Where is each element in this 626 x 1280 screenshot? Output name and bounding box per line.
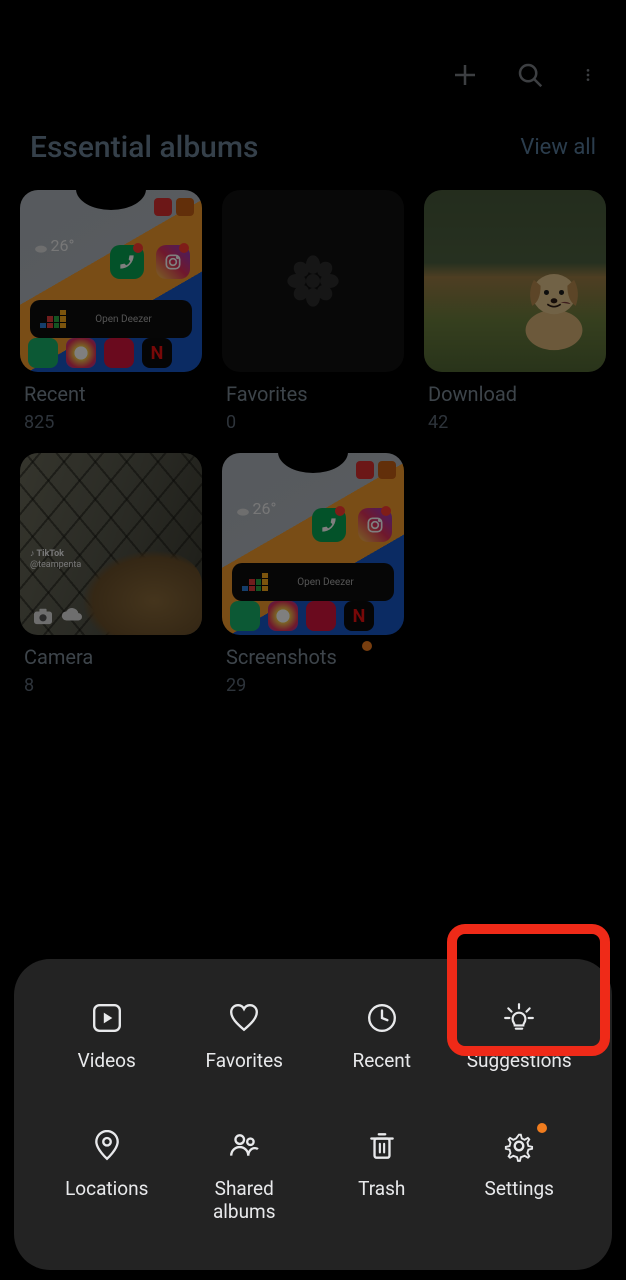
search-icon[interactable] xyxy=(515,60,545,90)
sheet-item-heart[interactable]: Favorites xyxy=(176,1001,314,1073)
sheet-item-label: Recent xyxy=(352,1049,411,1073)
album-name: Recent xyxy=(24,382,202,406)
pin-icon xyxy=(91,1129,123,1163)
album-count: 42 xyxy=(428,412,606,433)
sheet-item-gear[interactable]: Settings xyxy=(451,1129,589,1225)
album-screenshots[interactable]: 26° Open Deezer N Screenshots 29 xyxy=(222,453,404,696)
sheet-item-label: Videos xyxy=(78,1049,136,1073)
album-thumbnail[interactable]: 26° Open Deezer N xyxy=(222,453,404,635)
sheet-item-label: Suggestions xyxy=(467,1049,572,1073)
trash-icon xyxy=(366,1129,398,1163)
sheet-item-label: Locations xyxy=(65,1177,148,1201)
album-recent[interactable]: 26° Open Deezer N Recent 825 xyxy=(20,190,202,433)
new-indicator-dot xyxy=(362,641,372,651)
sheet-item-trash[interactable]: Trash xyxy=(313,1129,451,1225)
clock-icon xyxy=(366,1001,398,1035)
sheet-item-label: Sharedalbums xyxy=(213,1177,276,1225)
more-icon[interactable] xyxy=(580,60,596,90)
header-toolbar xyxy=(0,0,626,120)
sheet-item-bulb[interactable]: Suggestions xyxy=(451,1001,589,1073)
albums-grid: 26° Open Deezer N Recent 825 Fa xyxy=(0,190,626,696)
bulb-icon xyxy=(503,1001,535,1035)
album-name: Camera xyxy=(24,645,202,669)
sheet-item-pin[interactable]: Locations xyxy=(38,1129,176,1225)
sheet-grid: Videos Favorites Recent Suggestions Loca… xyxy=(38,1001,588,1224)
album-download[interactable]: Download 42 xyxy=(424,190,606,433)
album-thumbnail[interactable]: ♪ TikTok@teampenta xyxy=(20,453,202,635)
album-favorites[interactable]: Favorites 0 xyxy=(222,190,404,433)
video-icon xyxy=(91,1001,123,1035)
album-thumbnail[interactable] xyxy=(222,190,404,372)
sheet-item-clock[interactable]: Recent xyxy=(313,1001,451,1073)
view-all-link[interactable]: View all xyxy=(520,135,596,160)
album-name: Download xyxy=(428,382,606,406)
album-count: 825 xyxy=(24,412,202,433)
heart-icon xyxy=(228,1001,260,1035)
album-count: 8 xyxy=(24,675,202,696)
sheet-item-label: Trash xyxy=(358,1177,405,1201)
album-thumbnail[interactable] xyxy=(424,190,606,372)
sheet-item-label: Favorites xyxy=(206,1049,283,1073)
gear-icon xyxy=(503,1129,535,1163)
album-count: 29 xyxy=(226,675,404,696)
album-thumbnail[interactable]: 26° Open Deezer N xyxy=(20,190,202,372)
add-icon[interactable] xyxy=(450,60,480,90)
sheet-item-video[interactable]: Videos xyxy=(38,1001,176,1073)
album-name: Screenshots xyxy=(226,645,404,669)
section-title: Essential albums xyxy=(30,130,258,165)
people-icon xyxy=(228,1129,260,1163)
sheet-item-label: Settings xyxy=(485,1177,554,1201)
section-header: Essential albums View all xyxy=(0,120,626,190)
album-name: Favorites xyxy=(226,382,404,406)
album-count: 0 xyxy=(226,412,404,433)
album-camera[interactable]: ♪ TikTok@teampenta Camera 8 xyxy=(20,453,202,696)
bottom-sheet: Videos Favorites Recent Suggestions Loca… xyxy=(14,959,612,1270)
sheet-item-people[interactable]: Sharedalbums xyxy=(176,1129,314,1225)
badge-dot xyxy=(537,1123,547,1133)
